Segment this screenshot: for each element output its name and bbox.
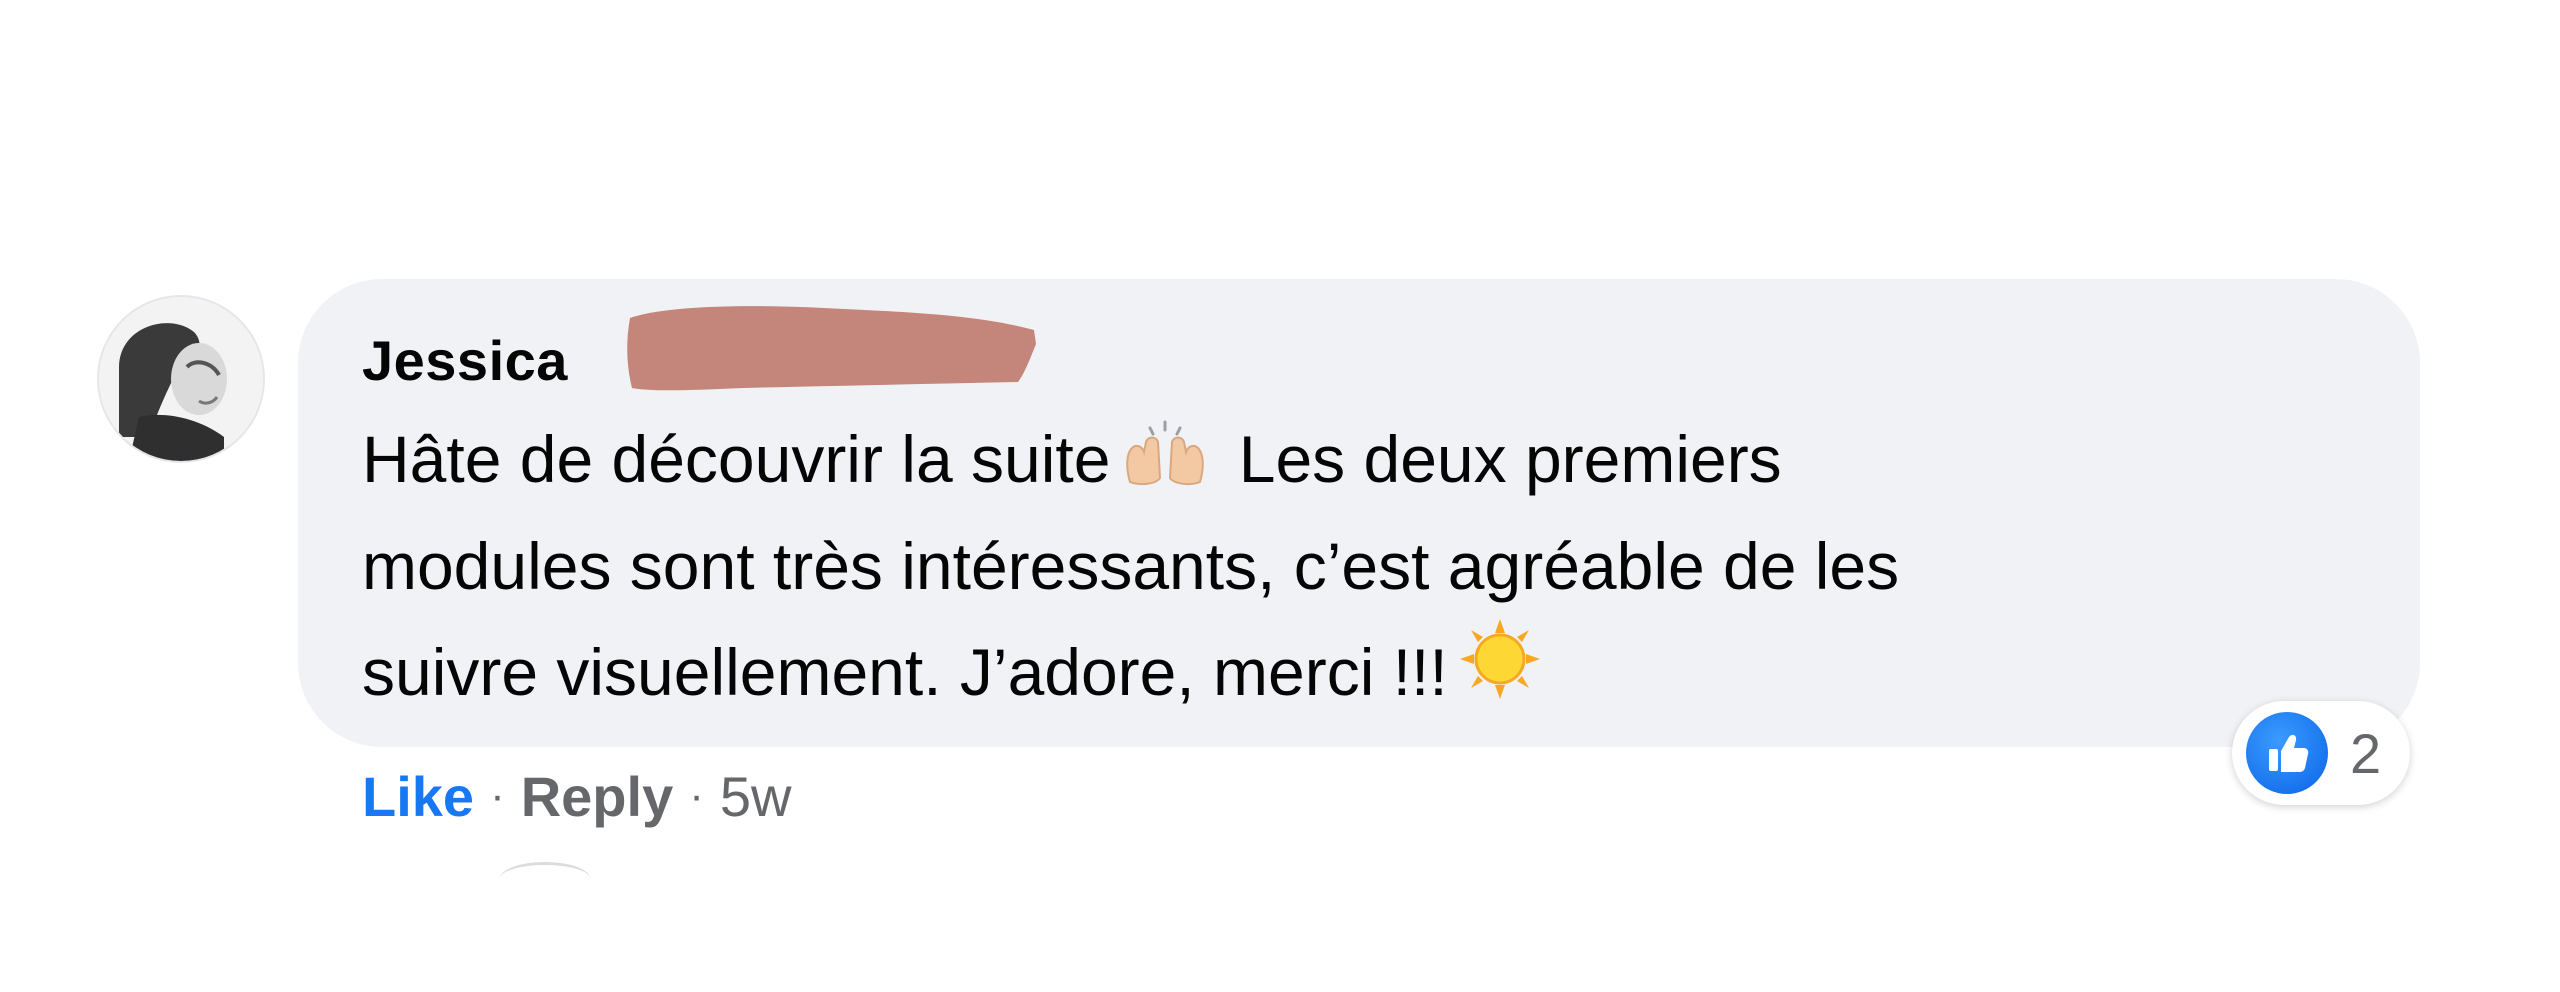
raising-hands-emoji: [1120, 415, 1210, 516]
comment-text-line3: suivre visuellement. J’adore, merci !!!: [362, 635, 1448, 709]
comment-text-line2: modules sont très intéressants, c’est ag…: [362, 529, 1900, 603]
reaction-summary[interactable]: 2: [2232, 701, 2410, 805]
reply-button[interactable]: Reply: [521, 764, 674, 829]
profile-photo: [99, 297, 263, 461]
separator-dot: ·: [490, 771, 505, 820]
like-icon: [2246, 712, 2328, 794]
comment-thread: Jessica Hâte de découvrir la suite Les d…: [0, 0, 2560, 992]
reaction-count: 2: [2350, 721, 2382, 785]
like-button[interactable]: Like: [362, 764, 474, 829]
comment-author-name[interactable]: Jessica: [362, 328, 568, 393]
separator-dot: ·: [689, 771, 704, 820]
redacted-surname: [627, 306, 1036, 391]
avatar[interactable]: [99, 297, 263, 461]
comment-text-line1: Hâte de découvrir la suite: [362, 422, 1111, 496]
comment-text-line1-rest: Les deux premiers: [1238, 422, 1782, 496]
comment-timestamp[interactable]: 5w: [720, 764, 792, 829]
comment-actions: Like · Reply · 5w: [362, 756, 791, 836]
comment-body: Hâte de découvrir la suite Les deux prem…: [362, 409, 2352, 729]
next-comment-avatar-edge: [500, 862, 590, 895]
comment-author-row: Jessica: [362, 320, 568, 400]
sun-emoji: [1458, 617, 1542, 729]
